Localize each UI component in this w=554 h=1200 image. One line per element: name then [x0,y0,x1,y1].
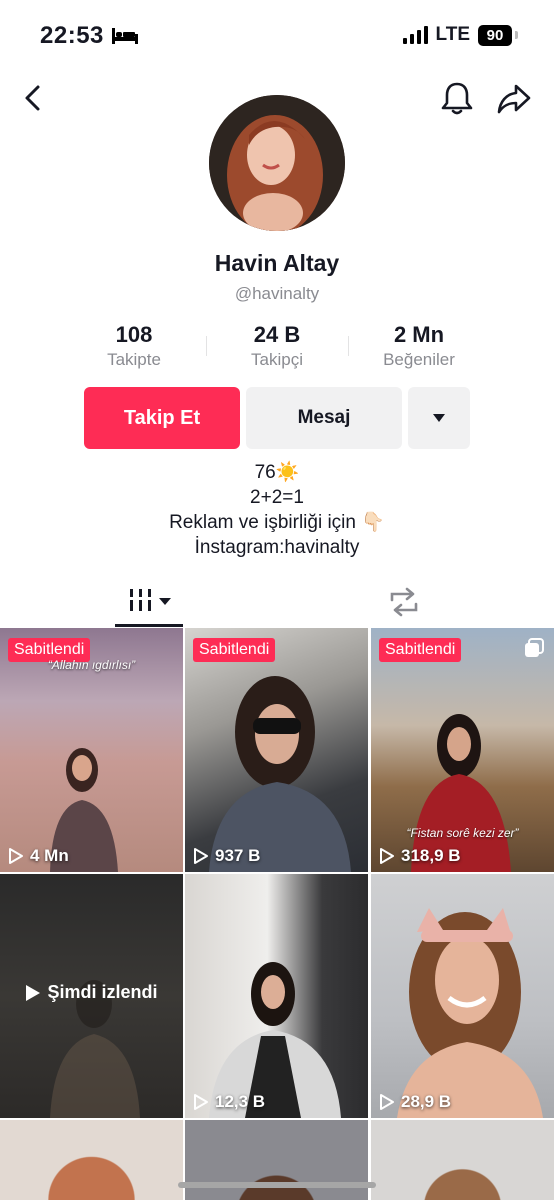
video-tile[interactable]: Şimdi izlendi [0,874,183,1118]
network-type: LTE [435,24,470,45]
video-grid: Sabitlendi “Allahın ıgdırlısı” 4 Mn Sabi… [0,628,554,1200]
bed-icon [112,28,138,44]
grid-bars-icon [130,589,171,611]
signal-icon [402,26,428,44]
view-count-text: 4 Mn [30,846,69,865]
video-tile[interactable] [371,1120,554,1200]
view-count: 937 B [193,846,260,866]
stat-value: 24 B [253,322,301,347]
stat-value: 108 [115,322,153,347]
video-caption: “Fistan sorê kezi zer” [406,826,519,840]
person-figure [209,676,351,872]
video-thumbnail [371,1120,554,1200]
view-count-text: 937 B [215,846,261,865]
video-tile[interactable]: Sabitlendi “Allahın ıgdırlısı” 4 Mn [0,628,183,872]
message-button[interactable]: Mesaj [246,387,402,449]
recently-watched-text: Şimdi izlendi [47,982,158,1002]
stat-label: Takipçi [251,350,303,369]
video-tile[interactable] [185,1120,368,1200]
stat-followers[interactable]: 24 B Takipçi [217,322,337,372]
tab-videos[interactable] [115,578,183,628]
pinned-badge: Sabitlendi [379,638,462,662]
view-count: 28,9 B [379,1092,451,1112]
view-count-text: 28,9 B [401,1092,452,1111]
video-tile[interactable]: 28,9 B [371,874,554,1118]
stat-label: Takipte [107,350,161,369]
more-options-button[interactable] [408,387,470,449]
play-filled-icon [26,984,41,1001]
status-time: 22:53 [40,22,104,49]
view-count-text: 318,9 B [401,846,461,865]
play-outline-icon [194,1094,208,1110]
view-count: 4 Mn [8,846,69,866]
video-thumbnail [0,1120,183,1200]
play-outline-icon [380,848,394,864]
multi-photo-icon [525,638,544,657]
bio-line: 76☀️ [254,462,300,483]
chevron-left-icon[interactable] [18,82,50,114]
play-outline-icon [380,1094,394,1110]
avatar-photo [209,95,345,231]
view-count: 318,9 B [379,846,461,866]
stat-divider [348,336,349,356]
tab-indicator [115,624,183,627]
view-count-text: 12,3 B [215,1092,266,1111]
bio: 76☀️ 2+2=1 Reklam ve işbirliği için 👇🏻 İ… [0,460,554,560]
stat-label: Beğeniler [383,350,455,369]
play-outline-icon [194,848,208,864]
avatar[interactable] [209,95,345,231]
pinned-badge: Sabitlendi [193,638,276,662]
play-outline-icon [9,848,23,864]
battery-icon: 90 [478,24,512,46]
video-tile[interactable]: 12,3 B [185,874,368,1118]
video-tile[interactable] [0,1120,183,1200]
video-tile[interactable]: Sabitlendi “Fistan sorê kezi zer” 318,9 … [371,628,554,872]
repost-icon[interactable] [386,584,422,620]
share-arrow-icon[interactable] [496,82,532,116]
stat-following[interactable]: 108 Takipte [74,322,194,372]
stat-value: 2 Mn [393,322,445,347]
bio-line: İnstagram:havinalty [194,537,360,558]
bio-line: 2+2=1 [250,487,304,508]
bio-line: Reklam ve işbirliği için 👇🏻 [169,512,385,533]
home-indicator [178,1182,376,1188]
video-thumbnail [185,1120,368,1200]
stat-divider [206,336,207,356]
video-tile[interactable]: Sabitlendi 937 B [185,628,368,872]
profile-tabs [0,578,554,628]
bell-icon[interactable] [440,80,474,116]
stat-likes[interactable]: 2 Mn Beğeniler [359,322,479,372]
status-bar: 22:53 LTE 90 [0,0,554,72]
username: @havinalty [234,284,320,303]
view-count: 12,3 B [193,1092,265,1112]
battery-tip [515,31,518,39]
follow-button[interactable]: Takip Et [84,387,240,449]
recently-watched-label: Şimdi izlendi [0,982,183,1003]
video-caption: “Allahın ıgdırlısı” [47,658,136,672]
person-figure [397,908,543,1118]
profile-stats: 108 Takipte 24 B Takipçi 2 Mn Beğeniler [0,322,554,372]
caret-down-icon [433,413,445,422]
display-name: Havin Altay [214,250,340,276]
